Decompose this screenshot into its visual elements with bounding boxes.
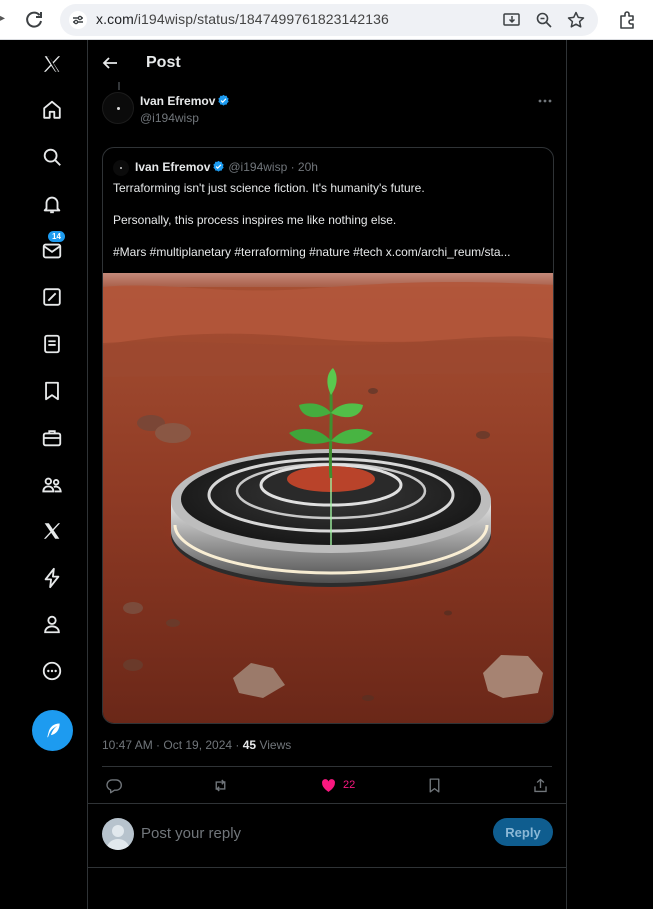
url-host: x.com [96, 11, 134, 27]
zoom-icon[interactable] [534, 10, 554, 30]
lists-icon[interactable] [30, 322, 74, 366]
x-logo-icon[interactable] [30, 42, 74, 86]
post-detail-column: Post Ivan Efremov @i194wisp Ivan Efremov… [87, 40, 567, 909]
verified-orgs-lightning-icon[interactable] [30, 556, 74, 600]
sidebar-nav [30, 40, 75, 909]
divider [88, 867, 566, 868]
author-handle[interactable]: @i194wisp [140, 111, 199, 125]
back-arrow-icon[interactable] [100, 53, 120, 73]
mars-seedling-image[interactable] [103, 273, 554, 724]
post-header: Post [88, 40, 566, 86]
author-name[interactable]: Ivan Efremov [140, 94, 230, 108]
divider [102, 766, 552, 767]
reload-icon[interactable] [22, 8, 46, 32]
quoted-author-name: Ivan Efremov [135, 160, 211, 174]
quoted-author-avatar [113, 160, 129, 176]
jobs-briefcase-icon[interactable] [30, 416, 74, 460]
default-avatar-icon [106, 825, 130, 850]
install-app-icon[interactable] [502, 10, 522, 30]
verified-badge-icon [218, 94, 230, 106]
repost-icon [215, 778, 226, 792]
browser-toolbar: ▸ x.com/i194wisp/status/1847499761823142… [0, 0, 653, 40]
heart-filled-icon [321, 778, 336, 792]
views-label: Views [259, 738, 292, 752]
post-timestamp[interactable]: 10:47 AM · Oct 19, 2024 · 45 Views [102, 738, 291, 752]
quoted-text-line: #Mars #multiplanetary #terraforming #nat… [113, 245, 511, 259]
reply-button[interactable]: Reply [493, 818, 553, 846]
bookmarks-icon[interactable] [30, 369, 74, 413]
author-avatar[interactable] [102, 92, 134, 124]
verified-badge-icon [213, 160, 225, 172]
like-count: 22 [343, 779, 356, 791]
notifications-badge: 14 [47, 230, 66, 243]
page-title: Post [146, 54, 181, 71]
timestamp-text: 10:47 AM · Oct 19, 2024 · [102, 738, 243, 752]
url-path: /i194wisp/status/1847499761823142136 [133, 11, 389, 27]
share-icon [534, 778, 547, 792]
communities-icon[interactable] [30, 463, 74, 507]
premium-x-icon[interactable] [30, 509, 74, 553]
current-user-avatar[interactable] [102, 818, 134, 850]
repost-action[interactable] [212, 776, 229, 794]
grok-icon[interactable] [30, 275, 74, 319]
quoted-text-line: Personally, this process inspires me lik… [113, 213, 397, 227]
reply-bubble-icon [106, 778, 122, 793]
quoted-text-line: Terraforming isn't just science fiction.… [113, 181, 425, 195]
home-icon[interactable] [30, 88, 74, 132]
quoted-post-header: Ivan Efremov @i194wisp · 20h [135, 160, 318, 174]
more-options-icon[interactable] [30, 649, 74, 693]
profile-icon[interactable] [30, 602, 74, 646]
bookmark-star-icon[interactable] [566, 10, 586, 30]
divider [88, 803, 566, 804]
thread-connector [118, 82, 120, 90]
author-name-text: Ivan Efremov [140, 94, 216, 108]
post-actions-bar: 22 [102, 773, 552, 797]
back-arrow-icon[interactable]: ▸ [0, 13, 5, 25]
notifications-bell-icon[interactable] [30, 182, 74, 226]
x-app: 14 Post Ivan Efremov @i194wisp Ivan Efre… [0, 40, 653, 909]
more-options-icon[interactable] [536, 94, 554, 108]
quoted-author-handle-time: @i194wisp · 20h [228, 160, 318, 174]
extensions-icon[interactable] [616, 9, 638, 31]
address-bar[interactable]: x.com/i194wisp/status/184749976182314213… [60, 4, 598, 36]
feather-icon [46, 723, 60, 738]
share-action[interactable] [532, 776, 549, 794]
explore-search-icon[interactable] [30, 135, 74, 179]
reply-input[interactable] [141, 822, 441, 844]
url-text[interactable]: x.com/i194wisp/status/184749976182314213… [96, 11, 389, 27]
bookmark-action[interactable] [426, 776, 443, 794]
views-count: 45 [242, 738, 257, 752]
quoted-post-card[interactable]: Ivan Efremov @i194wisp · 20h Terraforming… [102, 147, 554, 724]
site-info-icon[interactable] [68, 10, 88, 30]
compose-post-button[interactable] [32, 710, 73, 751]
bookmark-icon [429, 777, 440, 793]
reply-action[interactable] [106, 776, 123, 794]
like-action[interactable]: 22 [320, 776, 355, 794]
